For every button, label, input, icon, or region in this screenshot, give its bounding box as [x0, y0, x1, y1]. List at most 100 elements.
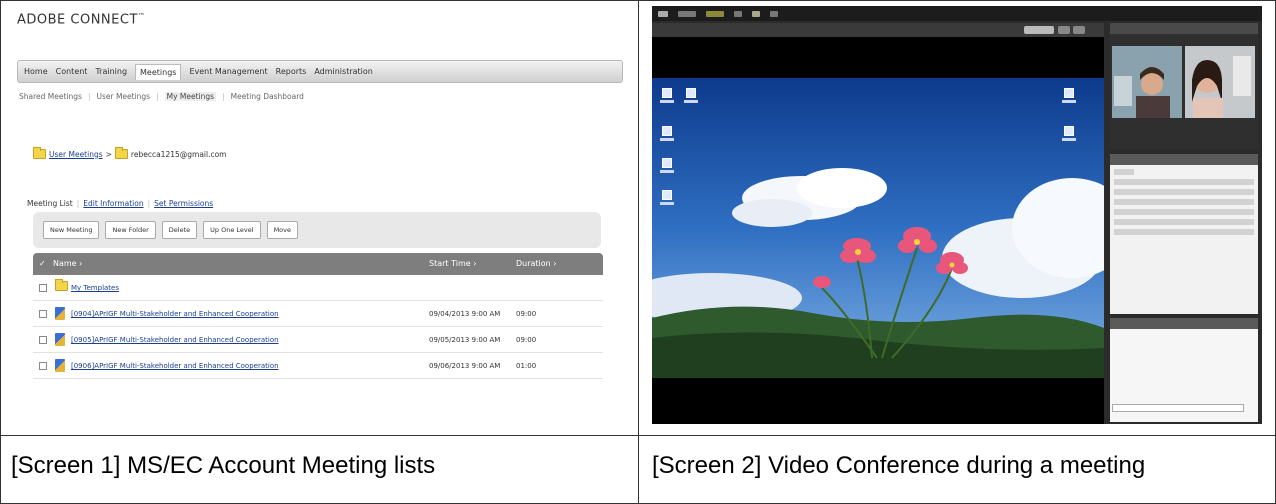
up-one-level-button[interactable]: Up One Level — [203, 221, 261, 239]
hand-icon[interactable] — [770, 10, 778, 17]
tab-set-permissions[interactable]: Set Permissions — [154, 199, 213, 208]
row-checkbox[interactable] — [39, 310, 47, 318]
video-feed-1 — [1112, 46, 1182, 118]
row-name[interactable]: My Templates — [71, 284, 119, 292]
desktop-icon[interactable] — [660, 126, 674, 144]
participant-1-image — [1112, 46, 1182, 118]
new-folder-button[interactable]: New Folder — [105, 221, 156, 239]
meeting-table: ✓ Name › Start Time › Duration › My Temp… — [33, 253, 603, 379]
nav-reports[interactable]: Reports — [276, 67, 307, 76]
attendee-pod-header — [1110, 154, 1258, 165]
attendee-group-row[interactable] — [1114, 179, 1254, 185]
row-start-time: 09/05/2013 9:00 AM — [429, 336, 501, 344]
desktop-icon[interactable] — [660, 88, 674, 106]
folder-icon — [55, 279, 68, 293]
share-pod-header — [652, 23, 1104, 37]
attendee-group-row[interactable] — [1114, 209, 1254, 215]
subnav-my-meetings[interactable]: My Meetings — [164, 92, 217, 101]
chat-pod-header — [1110, 318, 1258, 329]
nav-training[interactable]: Training — [95, 67, 127, 76]
subnav-meeting-dashboard[interactable]: Meeting Dashboard — [231, 92, 304, 101]
delete-button[interactable]: Delete — [161, 221, 198, 239]
chat-input[interactable] — [1112, 404, 1244, 412]
row-name[interactable]: [0906]APrIGF Multi-Stakeholder and Enhan… — [71, 362, 279, 370]
breadcrumb-separator: > — [105, 149, 112, 159]
attendee-toolbar[interactable] — [1114, 169, 1134, 175]
col-duration[interactable]: Duration › — [516, 259, 557, 268]
row-checkbox[interactable] — [39, 284, 47, 292]
row-start-time: 09/06/2013 9:00 AM — [429, 362, 501, 370]
folder-icon — [33, 147, 46, 159]
video-feed-2 — [1185, 46, 1255, 118]
caption-divider — [0, 435, 1276, 436]
share-top-band — [652, 37, 1104, 78]
video-pod-header — [1110, 23, 1258, 34]
table-row[interactable]: [0904]APrIGF Multi-Stakeholder and Enhan… — [33, 301, 603, 327]
meeting-toolbar: New Meeting New Folder Delete Up One Lev… — [33, 212, 601, 248]
row-checkbox[interactable] — [39, 336, 47, 344]
tab-edit-information[interactable]: Edit Information — [83, 199, 143, 208]
col-name[interactable]: Name › — [53, 259, 82, 268]
row-start-time: 09/04/2013 9:00 AM — [429, 310, 501, 318]
attendee-row[interactable] — [1114, 189, 1254, 195]
col-start-time[interactable]: Start Time › — [429, 259, 476, 268]
subnav-user-meetings[interactable]: User Meetings — [96, 92, 150, 101]
table-row[interactable]: [0906]APrIGF Multi-Stakeholder and Enhan… — [33, 353, 603, 379]
meeting-icon — [55, 333, 65, 348]
subnav-shared-meetings[interactable]: Shared Meetings — [19, 92, 82, 101]
caption-screen1: [Screen 1] MS/EC Account Meeting lists — [11, 452, 436, 479]
attendee-list-pod — [1110, 154, 1258, 314]
attendee-row[interactable] — [1114, 219, 1254, 225]
breadcrumb: User Meetings > rebecca1215@gmail.com — [33, 147, 227, 159]
desktop-icon[interactable] — [660, 190, 674, 208]
column-divider — [638, 0, 639, 504]
share-bottom-band — [652, 378, 1104, 424]
screen1-adobe-connect: ADOBE CONNECT™ Home Content Training Mee… — [17, 12, 623, 422]
top-navigation: Home Content Training Meetings Event Man… — [17, 60, 623, 83]
fullscreen-icon[interactable] — [1058, 26, 1070, 34]
row-duration: 09:00 — [516, 336, 537, 344]
tab-meeting-list[interactable]: Meeting List — [27, 199, 73, 208]
breadcrumb-current: rebecca1215@gmail.com — [130, 149, 227, 159]
row-checkbox[interactable] — [39, 362, 47, 370]
nav-event-management[interactable]: Event Management — [189, 67, 267, 76]
row-duration: 01:00 — [516, 362, 537, 370]
desktop-icon[interactable] — [684, 88, 698, 106]
row-name[interactable]: [0905]APrIGF Multi-Stakeholder and Enhan… — [71, 336, 279, 344]
camera-icon[interactable] — [752, 10, 760, 17]
shared-desktop — [652, 78, 1104, 378]
stop-sharing-button[interactable] — [1024, 26, 1054, 34]
desktop-wallpaper — [652, 78, 1104, 378]
new-meeting-button[interactable]: New Meeting — [43, 221, 100, 239]
nav-administration[interactable]: Administration — [314, 67, 373, 76]
status-icon[interactable] — [706, 10, 724, 17]
menu-meeting[interactable] — [678, 10, 696, 17]
app-icon — [658, 10, 668, 17]
nav-home[interactable]: Home — [24, 67, 48, 76]
table-header: ✓ Name › Start Time › Duration › — [33, 253, 603, 275]
table-row[interactable]: My Templates — [33, 275, 603, 301]
meeting-menubar — [652, 6, 1262, 21]
attendee-row[interactable] — [1114, 199, 1254, 205]
row-name[interactable]: [0904]APrIGF Multi-Stakeholder and Enhan… — [71, 310, 279, 318]
move-button[interactable]: Move — [266, 221, 299, 239]
table-row[interactable]: [0905]APrIGF Multi-Stakeholder and Enhan… — [33, 327, 603, 353]
nav-content[interactable]: Content — [56, 67, 88, 76]
desktop-icon[interactable] — [1062, 88, 1076, 106]
select-all-checkbox[interactable]: ✓ — [39, 259, 46, 268]
pod-menu-icon[interactable] — [1073, 26, 1085, 34]
sub-navigation: Shared Meetings | User Meetings | My Meeti… — [19, 92, 304, 101]
nav-meetings[interactable]: Meetings — [135, 63, 182, 80]
row-duration: 09:00 — [516, 310, 537, 318]
caption-screen2: [Screen 2] Video Conference during a mee… — [652, 452, 1146, 479]
screen2-video-conference — [652, 6, 1262, 424]
desktop-icon[interactable] — [660, 158, 674, 176]
microphone-icon[interactable] — [734, 10, 742, 17]
attendee-row[interactable] — [1114, 229, 1254, 235]
desktop-icon[interactable] — [1062, 126, 1076, 144]
meeting-tabs: Meeting List | Edit Information | Set Perm… — [27, 199, 214, 208]
meeting-icon — [55, 307, 65, 322]
breadcrumb-user-meetings[interactable]: User Meetings — [49, 150, 103, 159]
chat-pod — [1110, 318, 1258, 422]
participant-2-image — [1185, 46, 1255, 118]
